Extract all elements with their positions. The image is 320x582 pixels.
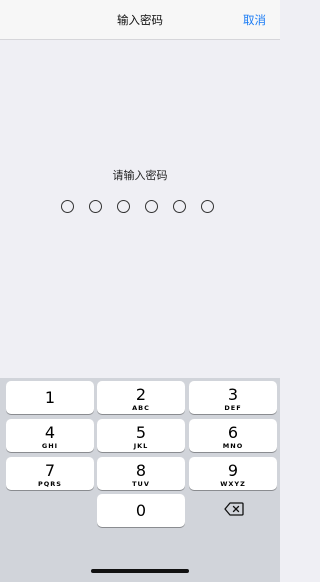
key-letters: PQRS: [38, 480, 62, 488]
passcode-dot: [145, 200, 158, 213]
passcode-dots: [61, 200, 214, 214]
delete-button[interactable]: [190, 494, 278, 527]
passcode-dot: [173, 200, 186, 213]
key-4[interactable]: 4 GHI: [6, 419, 94, 452]
passcode-dot: [61, 200, 74, 213]
page-title: 输入密码: [117, 13, 163, 27]
key-digit: 1: [44, 388, 56, 407]
key-letters: JKL: [133, 442, 149, 450]
key-digit: 7: [44, 461, 56, 480]
passcode-dot: [201, 200, 214, 213]
key-digit: 6: [227, 423, 239, 442]
key-letters: WXYZ: [220, 480, 246, 488]
key-9[interactable]: 9 WXYZ: [189, 457, 277, 490]
home-indicator[interactable]: [91, 569, 189, 573]
key-0[interactable]: 0: [97, 494, 185, 527]
key-digit: 3: [227, 385, 239, 404]
key-5[interactable]: 5 JKL: [97, 419, 185, 452]
key-3[interactable]: 3 DEF: [189, 381, 277, 414]
passcode-dot: [117, 200, 130, 213]
key-digit: 2: [135, 385, 147, 404]
cancel-button[interactable]: 取消: [243, 12, 266, 28]
key-letters: MNO: [222, 442, 244, 450]
key-letters: GHI: [41, 442, 59, 450]
key-digit: 8: [135, 461, 147, 480]
passcode-dot: [89, 200, 102, 213]
key-letters: DEF: [224, 404, 242, 412]
key-letters: TUV: [132, 480, 150, 488]
key-digit: 4: [44, 423, 56, 442]
key-digit: 9: [227, 461, 239, 480]
key-8[interactable]: 8 TUV: [97, 457, 185, 490]
passcode-area: 请输入密码: [0, 41, 280, 378]
key-letters: ABC: [132, 404, 150, 412]
key-7[interactable]: 7 PQRS: [6, 457, 94, 490]
key-6[interactable]: 6 MNO: [189, 419, 277, 452]
key-1[interactable]: 1: [6, 381, 94, 414]
backspace-icon: [224, 501, 244, 520]
passcode-prompt: 请输入密码: [112, 169, 168, 182]
navigation-bar: 输入密码 取消: [0, 0, 280, 40]
key-2[interactable]: 2 ABC: [97, 381, 185, 414]
key-digit: 0: [135, 501, 147, 520]
key-digit: 5: [135, 423, 147, 442]
